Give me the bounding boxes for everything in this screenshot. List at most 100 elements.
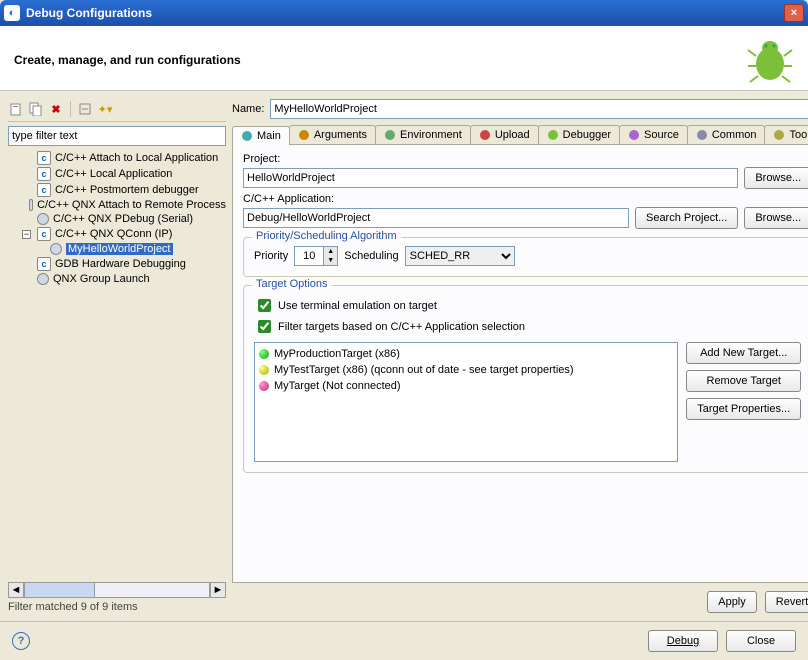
remove-target-button[interactable]: Remove Target: [686, 370, 801, 392]
project-label: Project:: [243, 153, 808, 165]
priority-value[interactable]: [295, 247, 323, 265]
tree-item[interactable]: MyHelloWorldProject: [8, 242, 226, 256]
tree-hscroll: ◄ ►: [8, 582, 226, 598]
debug-button[interactable]: Debug: [648, 630, 718, 652]
tab-environment[interactable]: Environment: [375, 125, 471, 144]
new-config-icon[interactable]: [8, 101, 24, 117]
tab-tools[interactable]: Tools: [764, 125, 808, 144]
priority-label: Priority: [254, 250, 288, 262]
spin-down-icon[interactable]: ▼: [323, 256, 337, 265]
target-legend: Target Options: [252, 278, 332, 290]
target-item-label: MyTestTarget (x86) (qconn out of date - …: [274, 364, 574, 376]
priority-group: Priority/Scheduling Algorithm Priority ▲…: [243, 237, 808, 277]
filter-targets-checkbox[interactable]: Filter targets based on C/C++ Applicatio…: [254, 317, 801, 336]
tree-item[interactable]: C/C++ QNX PDebug (Serial): [8, 212, 226, 226]
scheduling-select[interactable]: SCHED_RR: [405, 246, 515, 266]
left-toolbar: ✖ ✦▾: [8, 99, 226, 122]
tree-item-label: C/C++ Postmortem debugger: [55, 184, 199, 196]
search-project-button[interactable]: Search Project...: [635, 207, 738, 229]
app-label: C/C++ Application:: [243, 193, 808, 205]
name-input[interactable]: [270, 99, 808, 119]
window-title: Debug Configurations: [26, 6, 784, 20]
tab-label: Environment: [400, 129, 462, 141]
tree-item-label: GDB Hardware Debugging: [55, 258, 186, 270]
right-panel: Name: MainArguments Environment Upload Debu…: [232, 99, 808, 613]
tab-debugger[interactable]: Debugger: [538, 125, 620, 144]
project-row: Project: Browse...: [243, 153, 808, 189]
duplicate-config-icon[interactable]: [28, 101, 44, 117]
c-config-icon: c: [37, 227, 51, 241]
main-tab-icon: [241, 130, 253, 142]
toolbar-separator: [70, 101, 71, 117]
arguments-tab-icon: [298, 129, 310, 141]
bug-icon: [746, 36, 794, 84]
priority-spinner[interactable]: ▲▼: [294, 246, 338, 266]
filter-row: [8, 126, 226, 146]
main-area: ✖ ✦▾ cC/C++ Attach to Local Applicationc…: [0, 91, 808, 621]
tree-item-label: C/C++ QNX PDebug (Serial): [53, 213, 193, 225]
app-icon: ◐: [4, 5, 20, 21]
tree-item-label: C/C++ QNX Attach to Remote Process: [37, 199, 226, 211]
tab-arguments[interactable]: Arguments: [289, 125, 376, 144]
terminal-emulation-checkbox[interactable]: Use terminal emulation on target: [254, 296, 801, 315]
tab-main[interactable]: Main: [232, 126, 290, 145]
app-row: C/C++ Application: Search Project... Bro…: [243, 193, 808, 229]
filter-status: Filter matched 9 of 9 items: [8, 601, 226, 613]
tree-item[interactable]: cC/C++ Postmortem debugger: [8, 182, 226, 198]
tab-common[interactable]: Common: [687, 125, 766, 144]
source-tab-icon: [628, 129, 640, 141]
scroll-track[interactable]: [24, 582, 210, 598]
scroll-right-icon[interactable]: ►: [210, 582, 226, 598]
target-properties-button[interactable]: Target Properties...: [686, 398, 801, 420]
c-config-icon: c: [37, 151, 51, 165]
expand-icon[interactable]: −: [22, 230, 31, 239]
target-item[interactable]: MyProductionTarget (x86): [258, 346, 674, 362]
tab-source[interactable]: Source: [619, 125, 688, 144]
environment-tab-icon: [384, 129, 396, 141]
target-item[interactable]: MyTarget (Not connected): [258, 378, 674, 394]
launch-config-icon: [37, 213, 49, 225]
target-item[interactable]: MyTestTarget (x86) (qconn out of date - …: [258, 362, 674, 378]
project-browse-button[interactable]: Browse...: [744, 167, 808, 189]
target-status-icon: [259, 349, 269, 359]
config-tree[interactable]: cC/C++ Attach to Local ApplicationcC/C++…: [8, 150, 226, 578]
target-item-label: MyProductionTarget (x86): [274, 348, 400, 360]
tree-item-label: MyHelloWorldProject: [66, 243, 173, 255]
help-icon[interactable]: ?: [12, 632, 30, 650]
tree-item[interactable]: cGDB Hardware Debugging: [8, 256, 226, 272]
tree-item[interactable]: cC/C++ Local Application: [8, 166, 226, 182]
tab-label: Upload: [495, 129, 530, 141]
filter-input[interactable]: [8, 126, 226, 146]
scroll-left-icon[interactable]: ◄: [8, 582, 24, 598]
spin-up-icon[interactable]: ▲: [323, 247, 337, 256]
filter-menu-icon[interactable]: ✦▾: [97, 101, 113, 117]
target-status-icon: [259, 365, 269, 375]
scroll-thumb[interactable]: [25, 583, 95, 597]
collapse-all-icon[interactable]: [77, 101, 93, 117]
tools-tab-icon: [773, 129, 785, 141]
project-input[interactable]: [243, 168, 738, 188]
priority-legend: Priority/Scheduling Algorithm: [252, 230, 401, 242]
app-browse-button[interactable]: Browse...: [744, 207, 808, 229]
close-button[interactable]: Close: [726, 630, 796, 652]
apply-button[interactable]: Apply: [707, 591, 757, 613]
target-list[interactable]: MyProductionTarget (x86) MyTestTarget (x8…: [254, 342, 678, 462]
app-input[interactable]: [243, 208, 629, 228]
tab-upload[interactable]: Upload: [470, 125, 539, 144]
tree-item[interactable]: C/C++ QNX Attach to Remote Process: [8, 198, 226, 212]
tree-item[interactable]: c C/C++ Attach to Local Application: [8, 150, 226, 166]
name-row: Name:: [232, 99, 808, 119]
tree-item[interactable]: QNX Group Launch: [8, 272, 226, 286]
tree-item[interactable]: −cC/C++ QNX QConn (IP): [8, 226, 226, 242]
apply-row: Apply Revert: [232, 583, 808, 613]
revert-button[interactable]: Revert: [765, 591, 808, 613]
delete-config-icon[interactable]: ✖: [48, 101, 64, 117]
launch-config-icon: [29, 199, 33, 211]
scheduling-label: Scheduling: [344, 250, 398, 262]
tree-item-label: C/C++ Attach to Local Application: [55, 152, 218, 164]
tab-label: Common: [712, 129, 757, 141]
add-target-button[interactable]: Add New Target...: [686, 342, 801, 364]
dialog-header: Create, manage, and run configurations: [0, 26, 808, 91]
tree-item-label: QNX Group Launch: [53, 273, 150, 285]
close-icon[interactable]: ×: [784, 4, 804, 22]
